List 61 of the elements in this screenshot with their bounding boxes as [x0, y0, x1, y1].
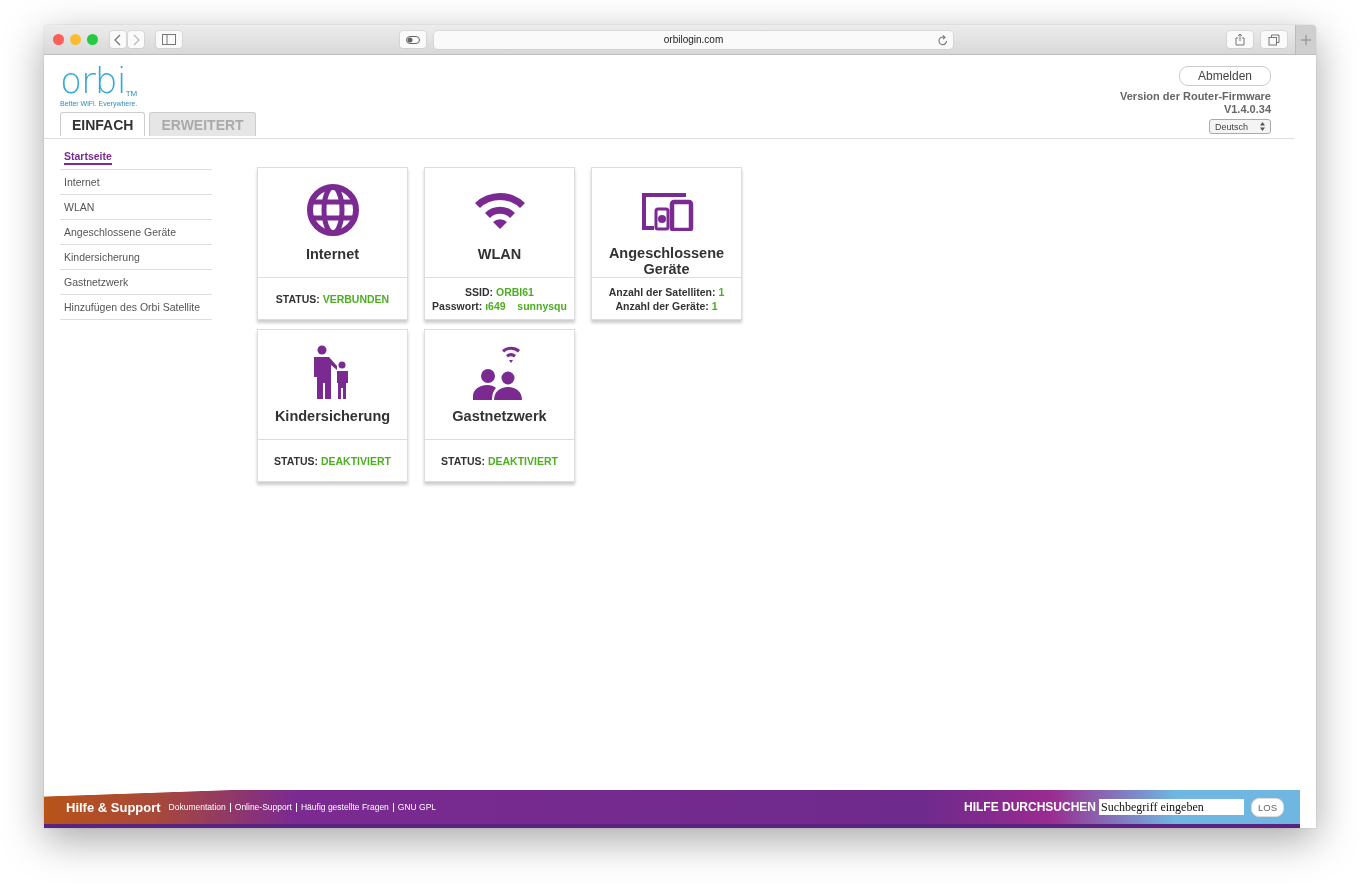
address-bar[interactable]: orbilogin.com: [434, 30, 953, 49]
forward-button[interactable]: [128, 31, 144, 48]
footer-link[interactable]: Online-Support: [234, 802, 292, 812]
minimize-button[interactable]: [70, 34, 81, 45]
back-button[interactable]: [110, 31, 126, 48]
tile-card[interactable]: WLAN SSID: ORBI61 Passwort: ı649 sunnysqu: [424, 167, 575, 320]
updown-icon: [1260, 122, 1265, 131]
url-text: orbilogin.com: [663, 34, 724, 45]
tile-title: Kindersicherung: [273, 408, 392, 424]
logo: orbi: [60, 63, 126, 99]
tile-title: Gastnetzwerk: [451, 408, 548, 424]
sidebar-item[interactable]: Startseite: [60, 145, 212, 170]
tabs-button[interactable]: [1261, 31, 1287, 48]
share-button[interactable]: [1227, 31, 1253, 48]
search-label: HILFE DURCHSUCHEN: [964, 800, 1096, 814]
tile-card[interactable]: Gastnetzwerk STATUS: DEAKTIVIERT: [424, 329, 575, 482]
firmware-version: V1.4.0.34: [1223, 103, 1271, 116]
sidebar-item[interactable]: Hinzufügen des Orbi Satellite: [60, 295, 212, 320]
sidebar-item[interactable]: Kindersicherung: [60, 245, 212, 270]
tile-card[interactable]: Angeschlossene Geräte Anzahl der Satelliten: 1 Anzahl der Geräte: 1: [591, 167, 742, 320]
sidebar-item[interactable]: Internet: [60, 170, 212, 195]
tabs-icon: [1268, 33, 1280, 46]
search-button[interactable]: LOS: [1251, 797, 1284, 817]
logout-button[interactable]: Abmelden: [1178, 66, 1271, 86]
plus-icon: [1301, 34, 1311, 45]
footer-link[interactable]: Häufig gestellte Fragen: [300, 802, 389, 812]
tile-title: Angeschlossene Geräte: [607, 245, 726, 277]
footer-link[interactable]: Dokumentation: [168, 802, 226, 812]
status-text: Anzahl der Satelliten: 1: [608, 284, 725, 299]
status-text: STATUS: DEAKTIVIERT: [441, 453, 558, 468]
chevron-left-icon: [114, 33, 122, 46]
tile-title: Internet: [304, 246, 361, 262]
sidebar-icon: [162, 34, 176, 45]
sidebar-item[interactable]: Gastnetzwerk: [60, 270, 212, 295]
toggle-icon: [406, 35, 420, 44]
status-text: STATUS: VERBUNDEN: [275, 291, 390, 306]
sidebar-item[interactable]: Angeschlossene Geräte: [60, 220, 212, 245]
trademark: TM: [125, 89, 138, 98]
tile-card[interactable]: Internet STATUS: VERBUNDEN: [257, 167, 408, 320]
firmware-label: Version der Router-Firmware: [1120, 90, 1271, 103]
status-text: Passwort: ı649 sunnysqu: [432, 298, 567, 313]
new-tab-button[interactable]: [1295, 25, 1316, 54]
reload-icon[interactable]: [938, 34, 948, 46]
zoom-button[interactable]: [87, 34, 98, 45]
status-text: Anzahl der Geräte: 1: [615, 298, 718, 313]
footer-title: Hilfe & Support: [66, 799, 161, 815]
sidebar-button[interactable]: [156, 31, 182, 48]
sidebar-item[interactable]: WLAN: [60, 195, 212, 220]
status-text: STATUS: DEAKTIVIERT: [274, 453, 391, 468]
tab[interactable]: EINFACH: [60, 112, 146, 136]
search-field[interactable]: Suchbegriff eingeben: [1099, 799, 1244, 815]
reader-button[interactable]: [400, 31, 426, 48]
globe-icon: [305, 183, 360, 237]
status-text: SSID: ORBI61: [465, 284, 534, 299]
close-button[interactable]: [53, 34, 64, 45]
share-icon: [1235, 33, 1245, 46]
language-select[interactable]: Deutsch: [1209, 119, 1271, 134]
chevron-right-icon: [132, 33, 140, 46]
footer-link[interactable]: GNU GPL: [397, 802, 437, 812]
tile-card[interactable]: Kindersicherung STATUS: DEAKTIVIERT: [257, 329, 408, 482]
tile-title: WLAN: [476, 246, 523, 262]
